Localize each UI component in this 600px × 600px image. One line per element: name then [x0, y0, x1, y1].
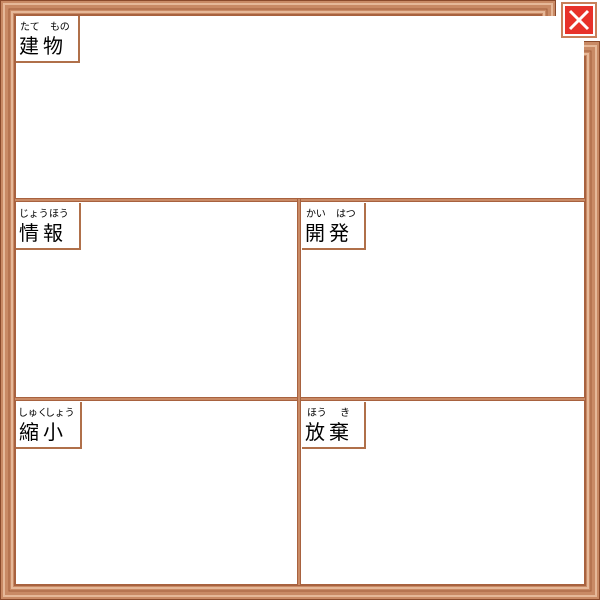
panel-discard[interactable]: ほう き 放棄	[302, 402, 584, 583]
section-title-discard: 放棄	[305, 420, 353, 444]
panel-building[interactable]: たて もの 建物	[16, 16, 584, 198]
section-label-development: かい はつ 開発	[302, 203, 366, 250]
section-title-development: 開発	[305, 221, 353, 245]
panel-info[interactable]: じょう ほう 情報	[16, 203, 297, 397]
close-button[interactable]	[561, 2, 597, 38]
section-label-shrink: しゅく しょう 縮小	[16, 402, 82, 449]
close-icon	[568, 9, 590, 31]
section-label-building: たて もの 建物	[16, 16, 80, 63]
section-title-building: 建物	[19, 34, 67, 58]
panel-shrink[interactable]: しゅく しょう 縮小	[16, 402, 297, 583]
section-title-shrink: 縮小	[19, 420, 67, 444]
panel-development[interactable]: かい はつ 開発	[302, 203, 584, 397]
section-label-discard: ほう き 放棄	[302, 402, 366, 449]
section-label-info: じょう ほう 情報	[16, 203, 81, 250]
section-title-info: 情報	[19, 221, 67, 245]
